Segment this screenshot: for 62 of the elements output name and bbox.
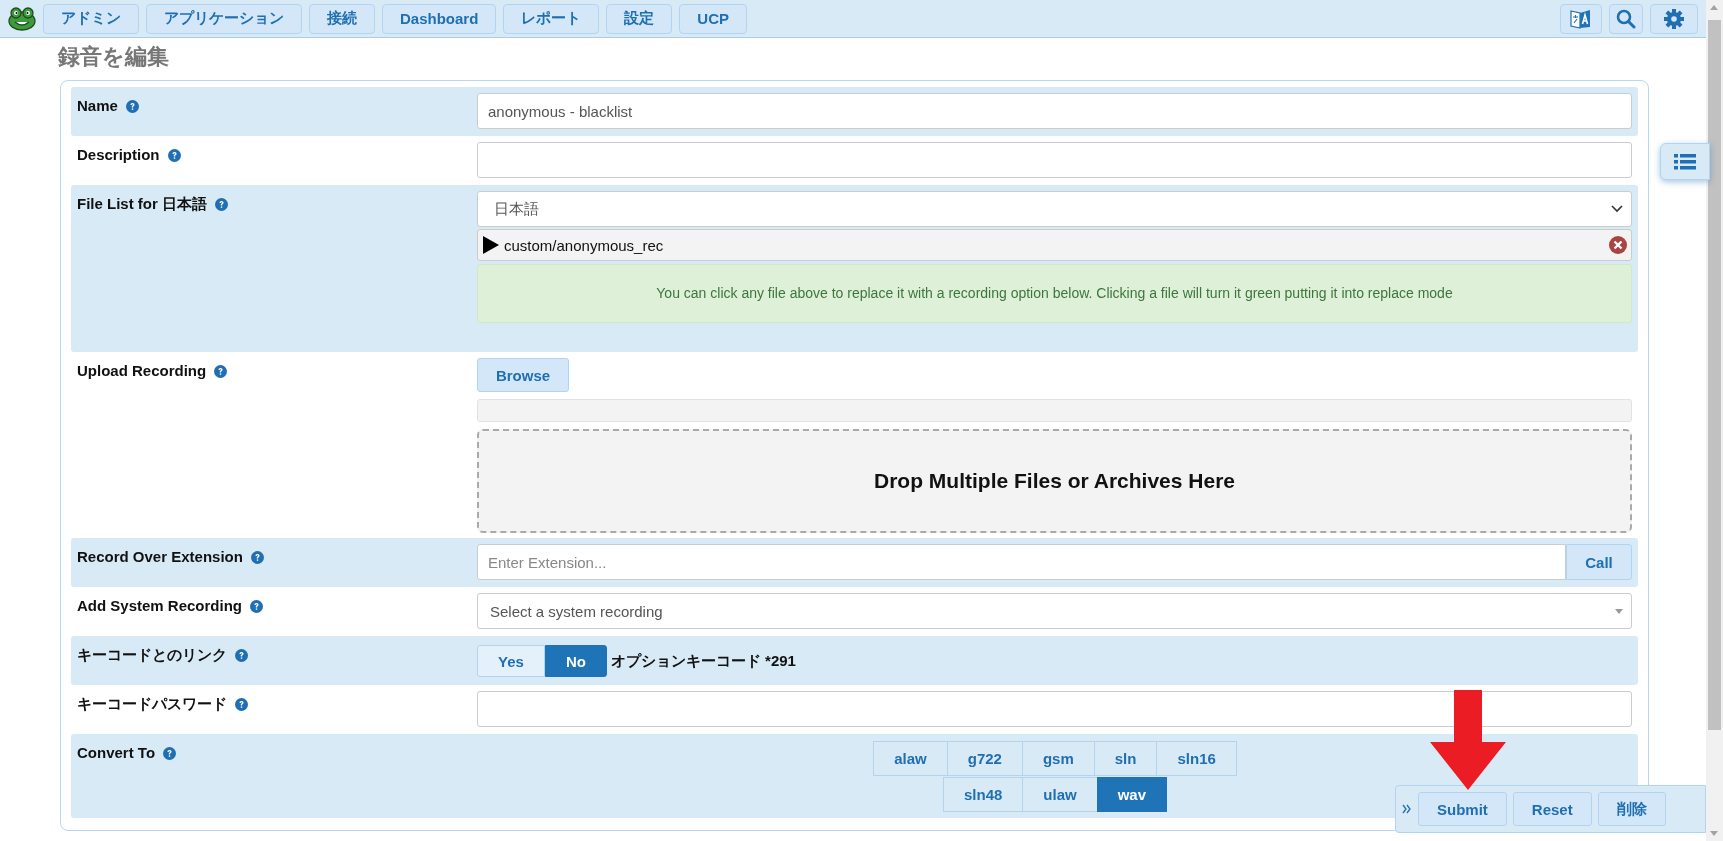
toggle-option[interactable]: No — [544, 645, 607, 677]
call-button[interactable]: Call — [1566, 544, 1632, 580]
action-button[interactable]: Reset — [1512, 792, 1592, 826]
translate-icon[interactable] — [1560, 3, 1602, 34]
search-icon[interactable] — [1609, 3, 1643, 34]
scrollbar[interactable] — [1706, 0, 1723, 841]
help-icon[interactable] — [250, 551, 264, 564]
file-item[interactable]: custom/anonymous_rec — [477, 229, 1632, 261]
extension-field[interactable]: Enter Extension... — [477, 544, 1566, 580]
action-button[interactable]: Submit — [1418, 792, 1507, 826]
double-chevron-icon[interactable] — [1402, 804, 1412, 814]
play-icon[interactable] — [482, 236, 500, 254]
help-icon[interactable] — [235, 649, 248, 662]
page-title: 録音を編集 — [58, 43, 170, 71]
help-icon[interactable] — [125, 100, 139, 113]
format-option[interactable]: sln48 — [942, 777, 1024, 812]
recording-select[interactable]: Select a system recording — [477, 593, 1632, 629]
text-field[interactable]: anonymous - blacklist — [477, 93, 1632, 129]
format-option[interactable]: alaw — [873, 741, 948, 776]
help-icon[interactable] — [214, 365, 228, 378]
drop-zone[interactable]: Drop Multiple Files or Archives Here — [477, 429, 1632, 533]
list-icon[interactable] — [1660, 143, 1710, 180]
format-option[interactable]: sln — [1093, 741, 1158, 776]
browse-button[interactable]: Browse — [477, 358, 569, 392]
remove-icon[interactable] — [1609, 236, 1627, 254]
help-icon[interactable] — [250, 600, 264, 613]
frog-logo-icon[interactable] — [8, 6, 36, 31]
field-label: File List for 日本語 — [77, 195, 207, 214]
field-label: Add System Recording — [77, 597, 243, 614]
field-label: Convert To — [77, 744, 156, 761]
toggle-option[interactable]: Yes — [477, 645, 545, 677]
field-label: Description — [77, 146, 160, 163]
text-field[interactable] — [477, 691, 1632, 727]
language-select[interactable]: 日本語 — [477, 191, 1632, 227]
settings-icon[interactable] — [1650, 3, 1698, 34]
keycode-note: オプションキーコード *291 — [610, 651, 796, 671]
nav-menu-button[interactable]: UCP — [679, 3, 748, 34]
format-option[interactable]: g722 — [946, 741, 1023, 776]
nav-menu-button[interactable]: Dashboard — [382, 3, 497, 34]
nav-menu-button[interactable]: 設定 — [606, 3, 673, 34]
help-icon[interactable] — [235, 698, 248, 711]
nav-menu-button[interactable]: 接続 — [309, 3, 375, 34]
format-option[interactable]: gsm — [1021, 741, 1095, 776]
format-option[interactable]: sln16 — [1156, 741, 1237, 776]
field-label: キーコードとのリンク — [77, 646, 227, 665]
field-label: Name — [77, 97, 118, 114]
text-field[interactable] — [477, 142, 1632, 178]
format-option[interactable]: wav — [1096, 777, 1168, 812]
field-label: Upload Recording — [77, 362, 207, 379]
format-option[interactable]: ulaw — [1022, 777, 1098, 812]
help-icon[interactable] — [215, 198, 228, 211]
field-label: キーコードパスワード — [77, 695, 227, 714]
chevron-down-icon[interactable] — [1611, 205, 1623, 213]
help-icon[interactable] — [163, 747, 177, 760]
info-notice: You can click any file above to replace it with a recording option below. Clicking a file will turn it green putting it into replace mode — [477, 264, 1632, 323]
field-label: Record Over Extension — [77, 548, 243, 565]
nav-menu-button[interactable]: アプリケーション — [146, 3, 302, 34]
help-icon[interactable] — [167, 149, 181, 162]
nav-menu-button[interactable]: レポート — [503, 3, 600, 34]
caret-icon[interactable] — [1615, 608, 1623, 614]
action-button[interactable]: 削除 — [1597, 792, 1666, 826]
nav-menu-button[interactable]: アドミン — [43, 3, 139, 34]
